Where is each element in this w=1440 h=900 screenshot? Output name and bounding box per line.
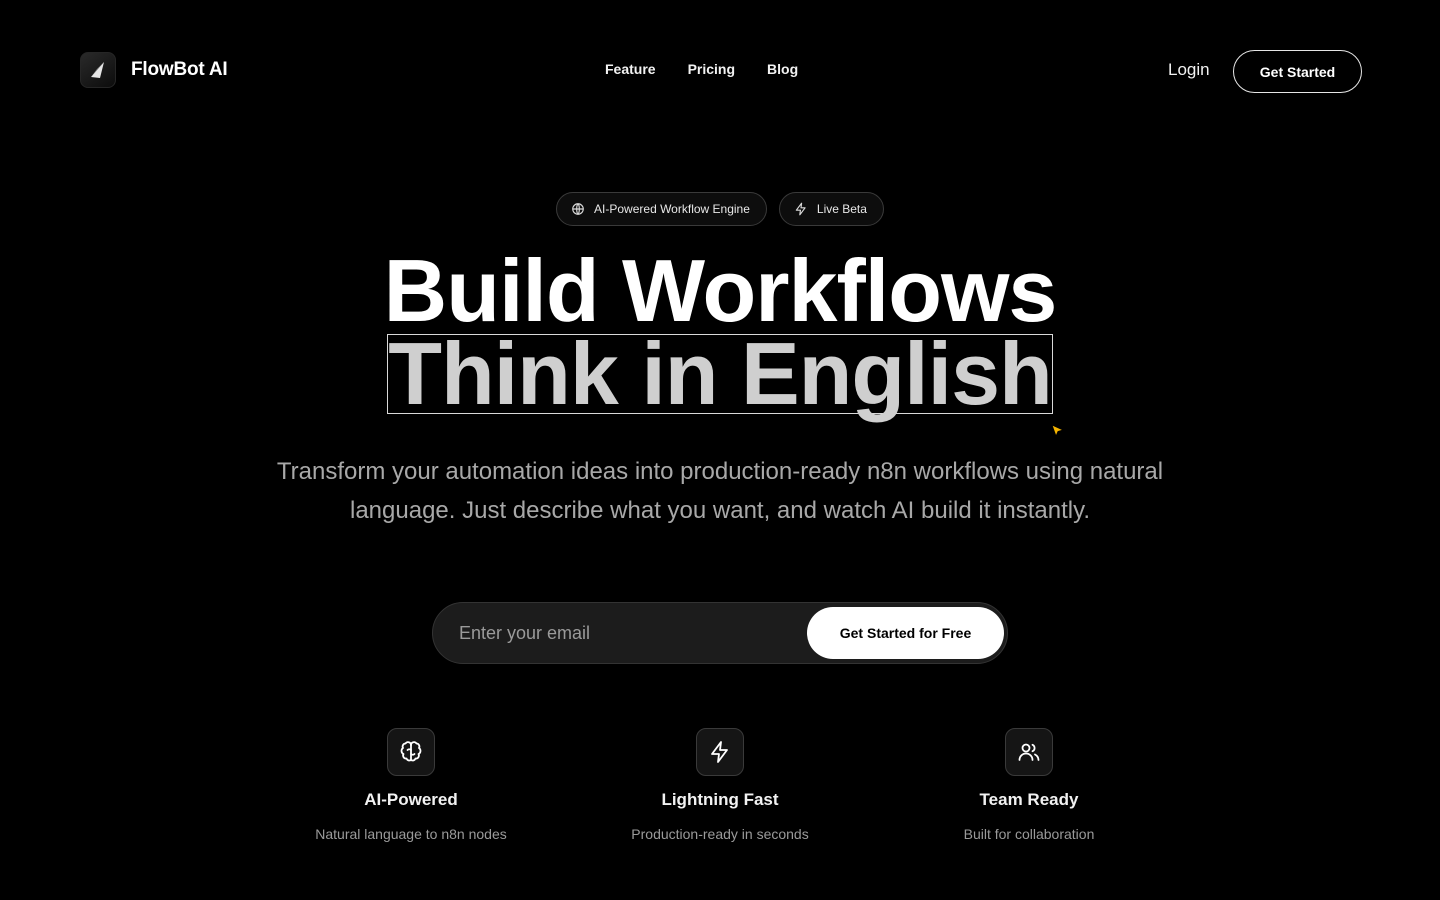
feature-title: Lightning Fast: [661, 790, 779, 809]
site-header: FlowBot AI Feature Pricing Blog Login Ge…: [0, 0, 1440, 142]
get-started-free-button[interactable]: Get Started for Free: [807, 607, 1004, 659]
feature-icon-box: [387, 728, 435, 776]
brand-name: FlowBot AI: [131, 59, 228, 80]
badge-live-beta: Live Beta: [778, 192, 884, 226]
badge-label: AI-Powered Workflow Engine: [594, 202, 750, 216]
feature-description: Production-ready in seconds: [631, 826, 809, 842]
globe-icon: [572, 203, 584, 215]
login-link[interactable]: Login: [1168, 60, 1210, 80]
main-nav: Feature Pricing Blog: [605, 61, 798, 77]
email-input[interactable]: [457, 603, 817, 663]
feature-title: AI-Powered: [364, 790, 458, 809]
zap-icon: [711, 741, 728, 763]
badge-label: Live Beta: [816, 202, 867, 216]
feature-description: Natural language to n8n nodes: [315, 826, 507, 842]
hero-heading-line1: Build Workflows: [383, 241, 1058, 340]
badge-row: AI-Powered Workflow Engine Live Beta: [0, 192, 1440, 226]
badge-workflow-engine: AI-Powered Workflow Engine: [556, 192, 767, 226]
feature-icon-box: [696, 728, 744, 776]
feature-ai-powered: AI-Powered Natural language to n8n nodes: [261, 728, 561, 842]
brand-logo-icon: [80, 52, 116, 88]
feature-team-ready: Team Ready Built for collaboration: [879, 728, 1179, 842]
hero-heading: Build Workflows Think in English: [0, 241, 1440, 423]
feature-lightning-fast: Lightning Fast Production-ready in secon…: [570, 728, 870, 842]
nav-link-blog[interactable]: Blog: [767, 61, 798, 77]
get-started-button[interactable]: Get Started: [1233, 50, 1362, 93]
brain-icon: [400, 741, 422, 762]
hero-subtitle: Transform your automation ideas into pro…: [276, 458, 1164, 524]
nav-link-pricing[interactable]: Pricing: [688, 61, 735, 77]
feature-description: Built for collaboration: [963, 826, 1095, 842]
brand-logo-link[interactable]: FlowBot AI: [80, 52, 228, 88]
signup-form: Get Started for Free: [432, 602, 1008, 664]
hero-heading-line2: Think in English: [387, 324, 1053, 423]
zap-icon: [795, 202, 806, 216]
nav-link-feature[interactable]: Feature: [605, 61, 656, 77]
feature-title: Team Ready: [979, 790, 1079, 809]
mouse-cursor-icon: [1051, 424, 1065, 438]
users-icon: [1018, 743, 1040, 761]
feature-icon-box: [1005, 728, 1053, 776]
